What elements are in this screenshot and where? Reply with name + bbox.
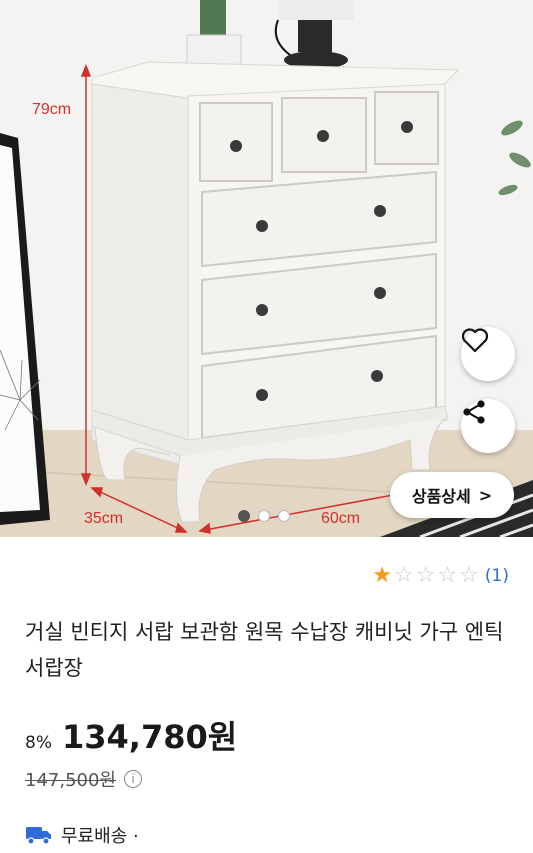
- discount-rate: 8%: [25, 733, 52, 753]
- star-icon-empty: ☆: [459, 563, 479, 588]
- product-title: 거실 빈티지 서랍 보관함 원목 수납장 캐비닛 가구 엔틱 서랍장: [25, 620, 504, 680]
- carousel-dot[interactable]: [278, 510, 290, 522]
- carousel-dot[interactable]: [258, 510, 270, 522]
- carousel-dot[interactable]: [238, 510, 250, 522]
- sale-price: 134,780원: [61, 718, 238, 756]
- heart-icon: [461, 328, 489, 353]
- original-price: 147,500원: [25, 770, 116, 791]
- info-icon[interactable]: i: [124, 770, 142, 788]
- star-icon-filled: ★: [372, 563, 392, 588]
- review-count[interactable]: (1): [485, 566, 509, 586]
- width-dimension-label: 60cm: [321, 510, 361, 527]
- rating[interactable]: ★ ☆ ☆ ☆ ☆ (1): [372, 565, 509, 587]
- shipping-row: 무료배송 ·: [25, 822, 139, 848]
- star-icon-empty: ☆: [393, 563, 414, 588]
- share-button[interactable]: [461, 399, 515, 453]
- truck-icon: [26, 827, 51, 845]
- share-icon: [463, 400, 485, 424]
- depth-dimension-label: 35cm: [84, 510, 124, 527]
- original-price-row: 147,500원 i: [25, 766, 142, 792]
- star-icon-empty: ☆: [437, 563, 458, 588]
- star-icon-empty: ☆: [415, 563, 436, 588]
- price-row: 8% 134,780원: [25, 712, 237, 758]
- height-dimension-label: 79cm: [32, 101, 72, 118]
- product-detail-label: 상품상세: [411, 487, 471, 506]
- wishlist-button[interactable]: [461, 327, 515, 381]
- shipping-label: 무료배송 ·: [61, 826, 139, 847]
- product-detail-button[interactable]: 상품상세 >: [390, 472, 514, 518]
- chevron-right-icon: >: [478, 485, 493, 505]
- carousel-indicator: [238, 510, 290, 522]
- product-image[interactable]: 79cm 35cm 60cm 상품상세 >: [0, 0, 533, 537]
- dresser-photo: [0, 0, 533, 537]
